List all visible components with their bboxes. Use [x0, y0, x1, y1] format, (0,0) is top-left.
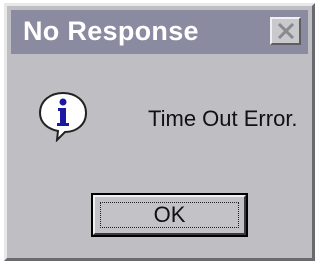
- info-icon: [38, 91, 88, 142]
- ok-button[interactable]: OK: [93, 195, 246, 235]
- close-icon: [277, 23, 295, 39]
- dialog-window: No Response Time Out Error. OK: [4, 3, 315, 261]
- title-bar[interactable]: No Response: [11, 10, 308, 54]
- ok-button-label: OK: [153, 202, 186, 227]
- error-message: Time Out Error.: [148, 106, 298, 131]
- close-button[interactable]: [270, 17, 301, 45]
- dialog-title: No Response: [23, 16, 199, 46]
